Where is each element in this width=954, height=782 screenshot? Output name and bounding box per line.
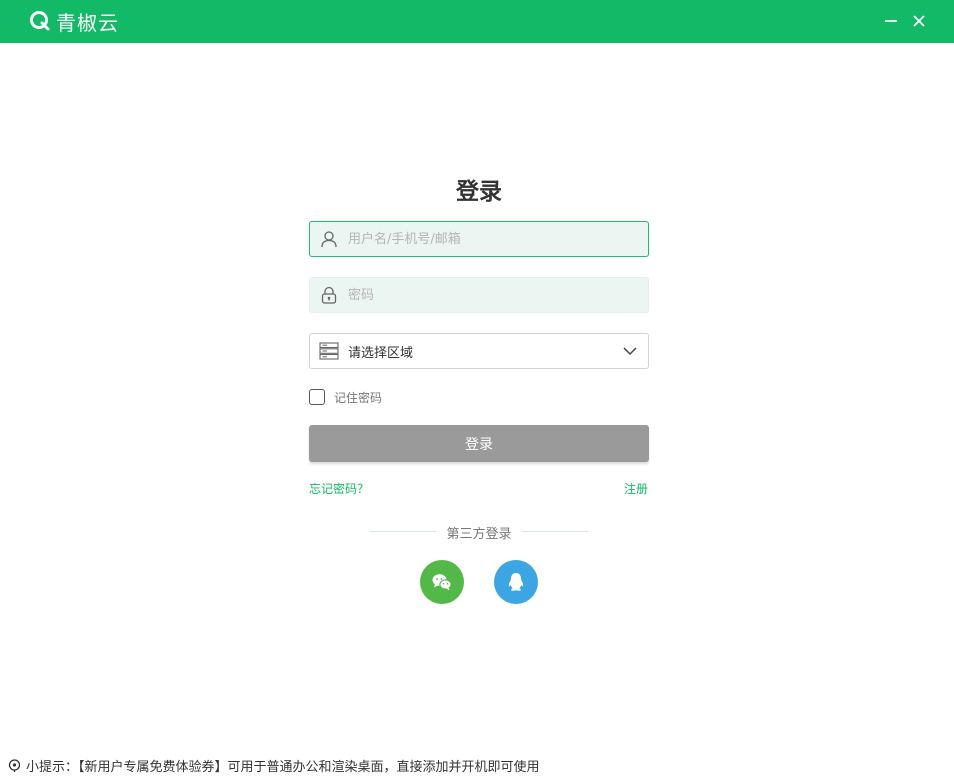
qq-login-button[interactable] (494, 560, 538, 604)
region-selected-value: 请选择区域 (348, 345, 414, 361)
minimize-button[interactable] (878, 8, 904, 34)
password-field[interactable] (309, 277, 649, 313)
wechat-icon (432, 574, 452, 591)
divider-left (370, 531, 436, 532)
forgot-password-link[interactable]: 忘记密码？ (309, 480, 369, 497)
app-name: 青椒云 (56, 10, 119, 35)
qq-icon (508, 573, 524, 591)
server-icon (318, 340, 340, 362)
remember-password[interactable]: 记住密码 (309, 389, 382, 405)
third-party-login-label: 第三方登录 (446, 527, 512, 542)
user-icon (318, 228, 340, 250)
tip-icon (8, 758, 21, 772)
login-button[interactable]: 登录 (309, 425, 649, 462)
title-bar: 青椒云 (0, 0, 954, 43)
password-input[interactable] (348, 278, 648, 312)
login-title: 登录 (456, 179, 502, 205)
tip-bar: 小提示：【新用户专属免费体验券】可用于普通办公和渲染桌面，直接添加并开机即可使用 (8, 756, 540, 775)
close-button[interactable] (906, 8, 932, 34)
app-logo-icon (30, 11, 50, 31)
chevron-down-icon (623, 347, 637, 356)
username-field[interactable] (309, 221, 649, 257)
username-input[interactable] (348, 222, 648, 256)
remember-password-label: 记住密码 (334, 390, 383, 405)
divider-right (522, 531, 588, 532)
wechat-login-button[interactable] (420, 560, 464, 604)
region-select[interactable]: 请选择区域 (309, 333, 649, 369)
app-brand: 青椒云 (28, 6, 119, 36)
minimize-icon (885, 20, 897, 22)
register-link[interactable]: 注册 (624, 480, 648, 497)
remember-password-checkbox[interactable] (309, 389, 325, 405)
close-icon (913, 15, 925, 27)
lock-icon (318, 284, 340, 306)
tip-text: 小提示：【新用户专属免费体验券】可用于普通办公和渲染桌面，直接添加并开机即可使用 (26, 759, 540, 775)
